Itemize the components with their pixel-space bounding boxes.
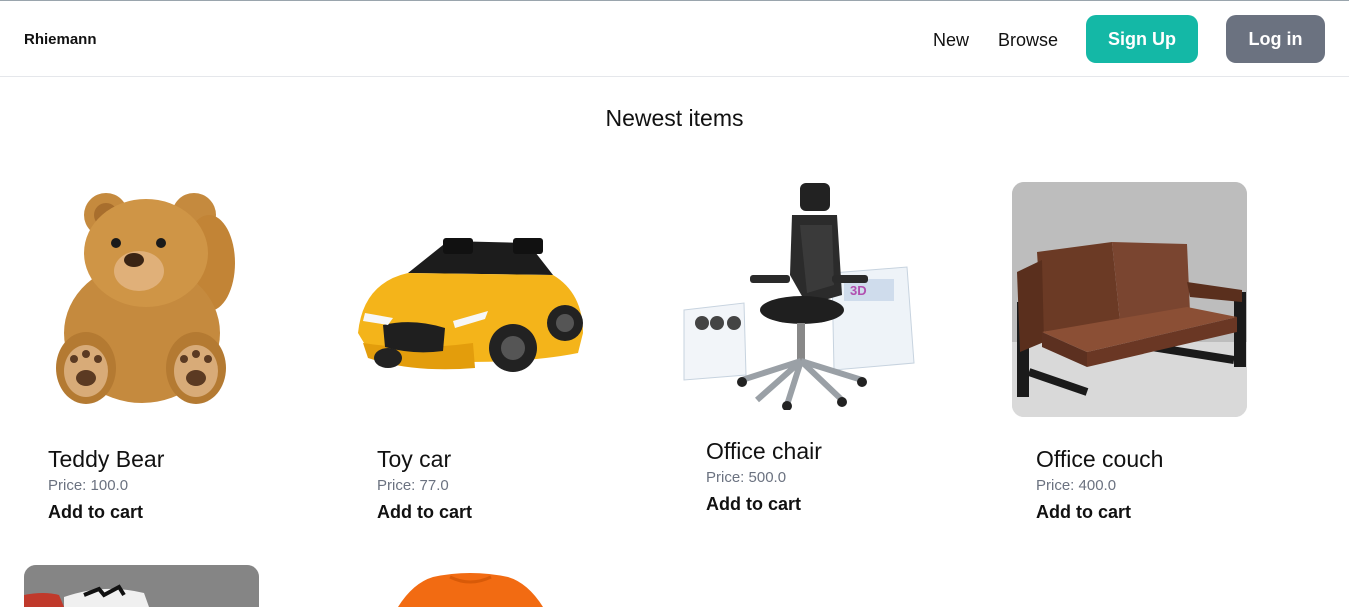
navbar: Rhiemann New Browse Sign Up Log in [0, 1, 1349, 77]
add-to-cart-button[interactable]: Add to cart [706, 494, 801, 515]
item-title[interactable]: Office couch [1036, 446, 1163, 473]
item-price: Price: 100.0 [48, 477, 129, 494]
page-heading: Newest items [605, 105, 744, 131]
item-price: Price: 77.0 [377, 477, 449, 494]
sign-up-button[interactable]: Sign Up [1086, 15, 1198, 63]
orange-tshirt-image[interactable] [353, 565, 588, 607]
office-chair-image[interactable]: 3D [682, 175, 917, 410]
svg-text:3D: 3D [850, 283, 867, 298]
item-price: Price: 400.0 [1036, 477, 1117, 494]
toy-car-image[interactable] [353, 183, 588, 418]
item-title[interactable]: Office chair [706, 438, 822, 465]
nav-link-browse[interactable]: Browse [998, 30, 1058, 51]
item-title[interactable]: Teddy Bear [48, 446, 164, 473]
sneakers-image[interactable] [24, 565, 259, 607]
item-title[interactable]: Toy car [377, 446, 451, 473]
brand-logo[interactable]: Rhiemann [24, 31, 97, 48]
teddy-bear-image[interactable] [24, 183, 259, 418]
add-to-cart-button[interactable]: Add to cart [377, 502, 472, 523]
log-in-button[interactable]: Log in [1226, 15, 1325, 63]
nav-link-new[interactable]: New [933, 30, 969, 51]
item-price: Price: 500.0 [706, 469, 787, 486]
add-to-cart-button[interactable]: Add to cart [48, 502, 143, 523]
add-to-cart-button[interactable]: Add to cart [1036, 502, 1131, 523]
office-couch-image[interactable] [1012, 182, 1247, 417]
